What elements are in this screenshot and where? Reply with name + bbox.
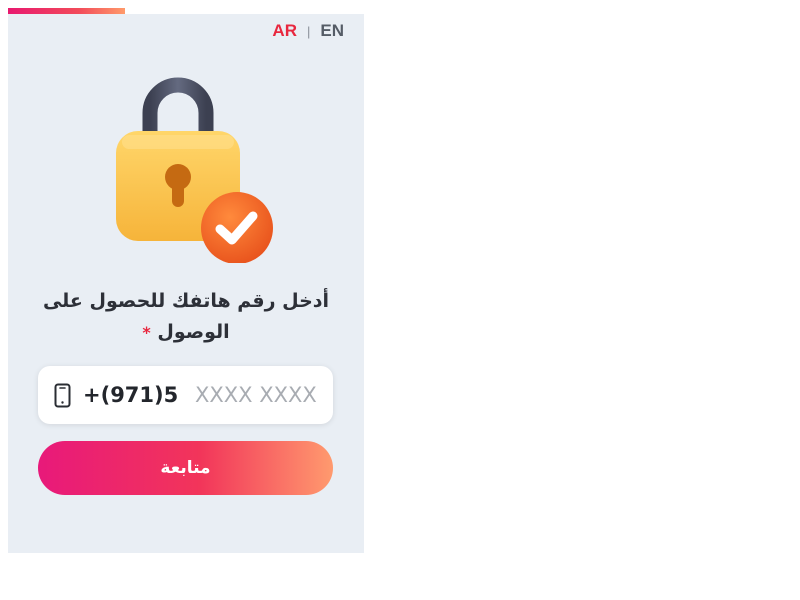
country-code-prefix: +(971)5 [83,383,179,407]
lock-with-checkmark-icon [108,73,278,264]
progress-bar-fill [8,8,126,14]
phone-field: +(971)5 [38,366,333,424]
mobile-phone-icon [54,383,71,408]
continue-button[interactable]: متابعة [38,441,333,495]
required-asterisk: * [142,323,151,342]
progress-bar [8,8,364,14]
page-title-text: أدخل رقم هاتفك للحصول على الوصول [42,290,330,343]
login-panel: AR | EN أدخل رقم هاتفك للحصول على الوصول… [8,8,364,553]
language-ar-link[interactable]: AR [272,21,297,41]
language-separator: | [306,23,311,39]
phone-number-input[interactable] [195,379,325,411]
page-title: أدخل رقم هاتفك للحصول على الوصول * [28,286,344,348]
language-en-link[interactable]: EN [320,21,344,41]
language-switcher: AR | EN [272,21,344,41]
